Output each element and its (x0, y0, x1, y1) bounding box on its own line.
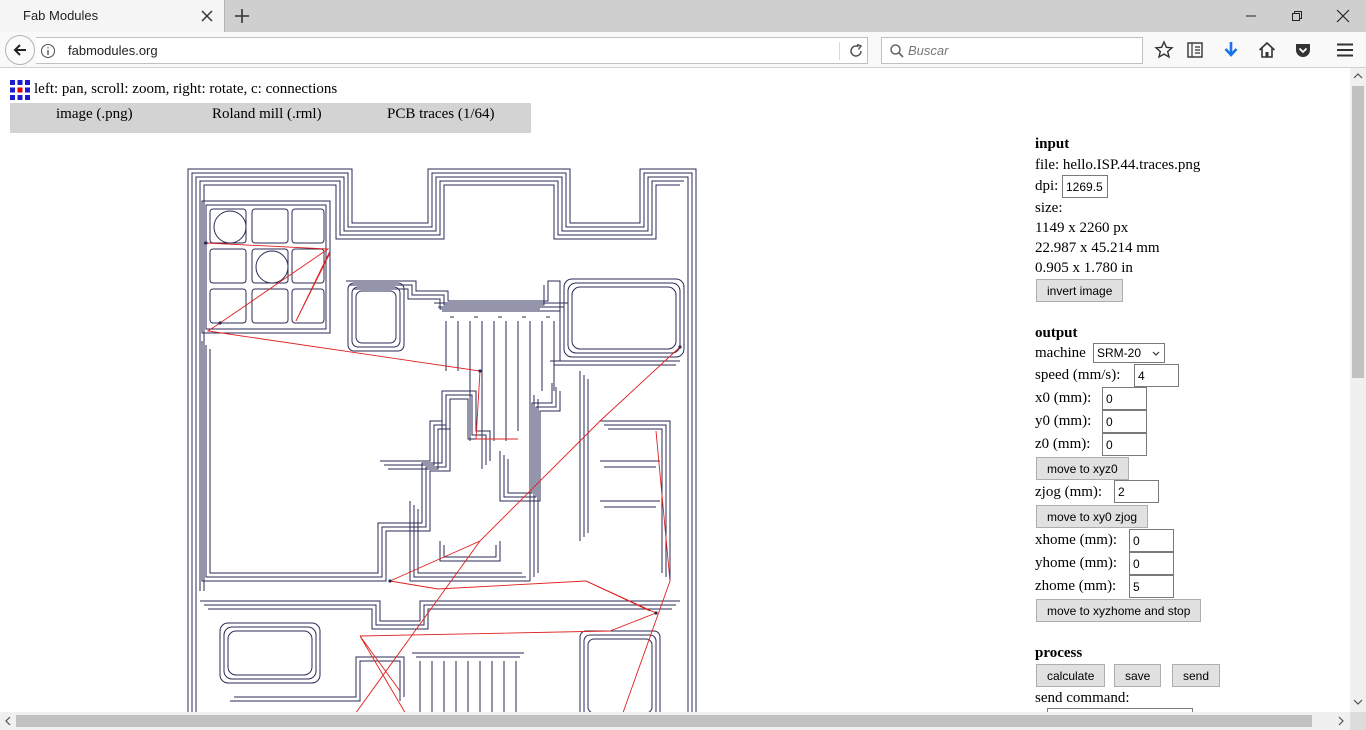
scroll-left-icon[interactable] (4, 716, 12, 726)
tab-title: Fab Modules (23, 8, 99, 23)
restore-button[interactable] (1274, 0, 1320, 32)
new-tab-icon[interactable] (232, 6, 252, 26)
zhome-label: zhome (mm): (1035, 578, 1117, 594)
machine-select[interactable]: SRM-20 (1093, 343, 1165, 363)
z0-input[interactable] (1102, 433, 1147, 456)
send-button[interactable]: send (1172, 664, 1221, 687)
close-tab-icon[interactable] (198, 7, 216, 25)
vertical-scroll-thumb[interactable] (1352, 86, 1364, 378)
dpi-input[interactable] (1062, 175, 1108, 198)
close-window-button[interactable] (1320, 0, 1366, 32)
machine-label: machine (1035, 345, 1086, 361)
zhome-input[interactable] (1129, 575, 1174, 598)
scrollbar-corner (1350, 712, 1366, 730)
move-to-zjog-button[interactable]: move to xy0 zjog (1036, 505, 1149, 528)
size-in: 0.905 x 1.780 in (1035, 260, 1133, 276)
search-placeholder: Buscar (908, 43, 949, 58)
input-heading: input (1035, 136, 1070, 152)
x0-label: x0 (mm): (1035, 390, 1092, 406)
machine-value: SRM-20 (1097, 346, 1142, 360)
scroll-right-icon[interactable] (1337, 716, 1345, 726)
pocket-icon[interactable] (1293, 40, 1313, 60)
menu-image-png[interactable]: image (.png) (56, 106, 133, 123)
scroll-down-icon[interactable] (1353, 698, 1363, 706)
home-icon[interactable] (1257, 40, 1277, 60)
speed-label: speed (mm/s): (1035, 367, 1121, 383)
send-command-label: send command: (1035, 690, 1130, 706)
x0-input[interactable] (1102, 387, 1147, 410)
info-icon[interactable] (40, 43, 56, 59)
horizontal-scroll-thumb[interactable] (16, 715, 1312, 727)
download-icon[interactable] (1221, 40, 1241, 60)
process-heading: process (1035, 645, 1083, 661)
y0-label: y0 (mm): (1035, 413, 1092, 429)
vertical-scrollbar[interactable] (1350, 68, 1366, 712)
move-to-home-button[interactable]: move to xyzhome and stop (1036, 599, 1202, 622)
fab-modules-logo-icon (10, 80, 30, 100)
browser-tab[interactable]: Fab Modules (0, 0, 225, 32)
calculate-button[interactable]: calculate (1036, 664, 1106, 687)
dpi-label: dpi: (1035, 178, 1059, 194)
menu-icon[interactable] (1335, 40, 1355, 60)
minimize-icon (1246, 15, 1256, 17)
move-to-xyz0-button[interactable]: move to xyz0 (1036, 457, 1129, 480)
save-button[interactable]: save (1114, 664, 1162, 687)
tab-strip: Fab Modules (0, 0, 1366, 32)
speed-input[interactable] (1134, 364, 1179, 387)
yhome-input[interactable] (1129, 552, 1174, 575)
toolpath-preview[interactable] (180, 161, 710, 712)
invert-image-button[interactable]: invert image (1036, 279, 1124, 302)
size-px: 1149 x 2260 px (1035, 220, 1129, 236)
z0-label: z0 (mm): (1035, 436, 1091, 452)
reading-list-icon[interactable] (1185, 40, 1205, 60)
y0-input[interactable] (1102, 410, 1147, 433)
reload-icon[interactable] (848, 43, 864, 59)
back-button[interactable] (5, 35, 35, 65)
back-arrow-icon (13, 44, 26, 56)
search-icon (890, 44, 904, 58)
bookmark-star-icon[interactable] (1154, 40, 1174, 60)
output-heading: output (1035, 325, 1078, 341)
size-mm: 22.987 x 45.214 mm (1035, 240, 1160, 256)
size-label: size: (1035, 200, 1063, 216)
chevron-down-icon (1152, 351, 1160, 356)
address-bar[interactable]: fabmodules.org (36, 37, 868, 64)
url-separator (839, 42, 840, 60)
page-content: left: pan, scroll: zoom, right: rotate, … (0, 68, 1350, 712)
url-text[interactable]: fabmodules.org (68, 43, 158, 58)
close-window-icon (1336, 9, 1350, 23)
menu-pcb-traces[interactable]: PCB traces (1/64) (387, 106, 494, 123)
horizontal-scrollbar[interactable] (0, 712, 1350, 730)
input-file: file: hello.ISP.44.traces.png (1035, 157, 1201, 173)
restore-icon (1292, 11, 1302, 21)
controls-hint: left: pan, scroll: zoom, right: rotate, … (34, 81, 338, 97)
minimize-button[interactable] (1228, 0, 1274, 32)
settings-panel: input file: hello.ISP.44.traces.png dpi:… (1035, 68, 1335, 712)
menu-roland-mill[interactable]: Roland mill (.rml) (212, 106, 322, 123)
scroll-up-icon[interactable] (1353, 72, 1363, 80)
yhome-label: yhome (mm): (1035, 555, 1118, 571)
module-menu-bar: image (.png) Roland mill (.rml) PCB trac… (10, 103, 531, 133)
zjog-label: zjog (mm): (1035, 484, 1103, 500)
xhome-label: xhome (mm): (1035, 532, 1118, 548)
zjog-input[interactable] (1114, 480, 1159, 503)
search-bar[interactable]: Buscar (881, 37, 1143, 64)
xhome-input[interactable] (1129, 529, 1174, 552)
